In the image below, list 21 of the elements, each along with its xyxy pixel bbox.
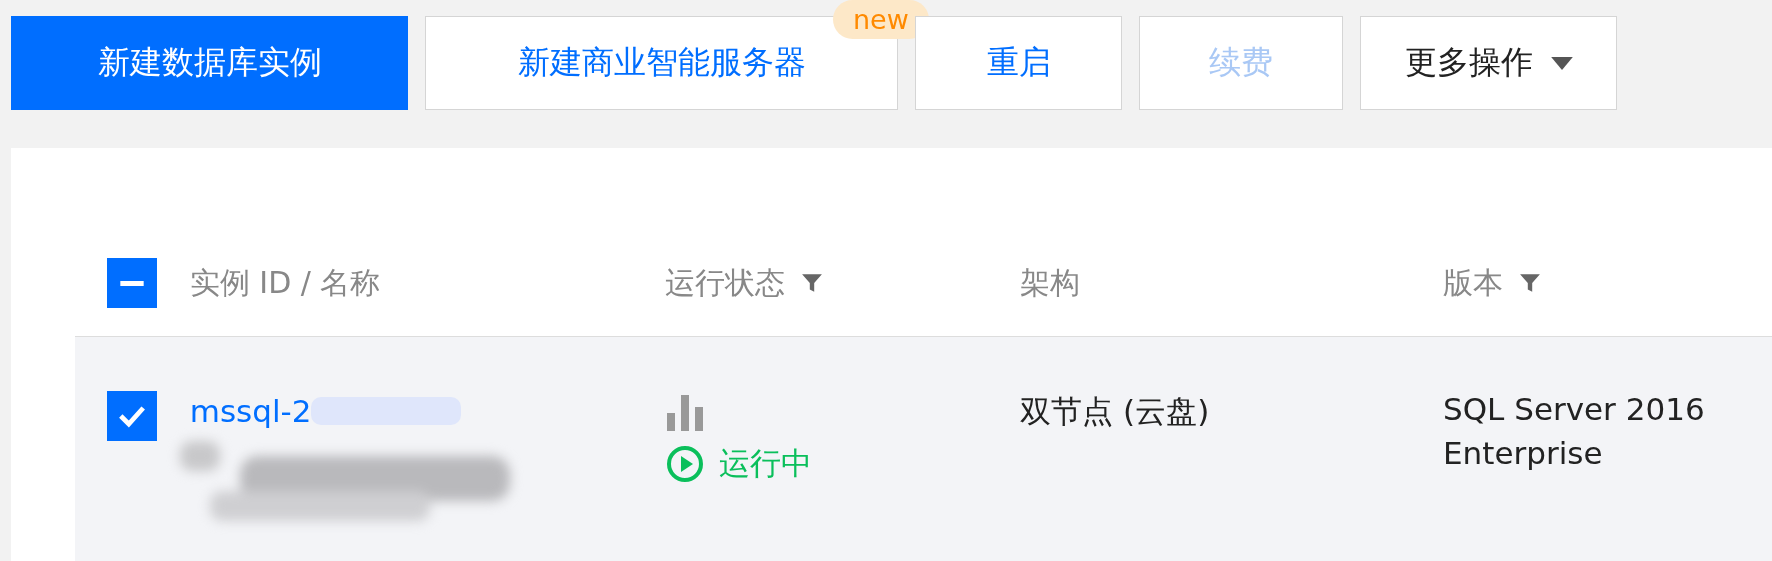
checkbox[interactable]: [107, 258, 157, 308]
table-cell-text: 双节点 (云盘): [1020, 392, 1210, 431]
filter-icon[interactable]: [1519, 272, 1541, 294]
toolbar-button[interactable]: 更多操作: [1360, 16, 1617, 110]
table-cell: SQL Server 2016: [1443, 391, 1705, 427]
bar-chart-icon: [665, 395, 706, 431]
filter-icon[interactable]: [801, 272, 824, 294]
minus-icon: [120, 280, 144, 286]
checkbox[interactable]: [107, 391, 157, 441]
toolbar-button[interactable]: 重启: [915, 16, 1122, 110]
column-header: 版本: [1443, 263, 1503, 302]
caret-icon: [1550, 56, 1573, 70]
status-text: 运行中: [719, 444, 813, 483]
table-cell: Enterprise: [1443, 435, 1603, 471]
toolbar-button[interactable]: 新建数据库实例: [11, 16, 408, 110]
column-header: 运行状态: [665, 263, 786, 302]
play-circle-icon: [665, 444, 706, 484]
column-header: 实例 ID / 名称: [189, 263, 381, 302]
table-row[interactable]: mssql-2 运行中 双节点 (云盘) SQL Server 2016 Enterprise: [75, 337, 1772, 561]
instance-link[interactable]: mssql-2: [189, 393, 312, 429]
column-header: 架构: [1020, 263, 1081, 302]
